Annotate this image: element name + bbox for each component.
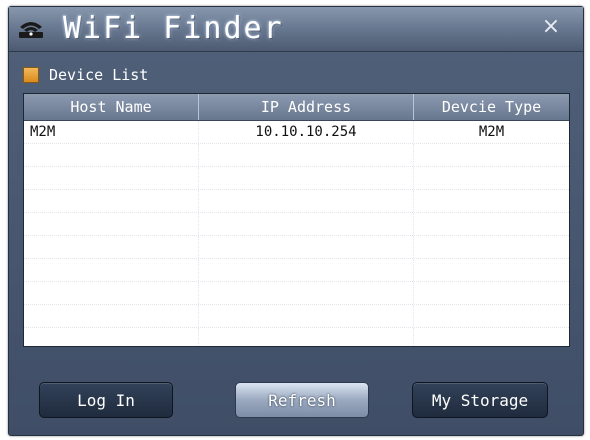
empty-table-row [24, 190, 569, 213]
empty-table-row [24, 305, 569, 328]
empty-cell [24, 190, 199, 212]
cell-device-type: M2M [478, 124, 505, 140]
log-in-button[interactable]: Log In [39, 382, 173, 418]
empty-cell [414, 259, 569, 281]
cell-host-name: M2M [24, 121, 199, 143]
empty-table-row [24, 213, 569, 236]
empty-cell [199, 282, 414, 304]
cell-ip-address: 10.10.10.254 [199, 121, 414, 143]
empty-cell [24, 305, 199, 327]
title-bar[interactable]: WiFi Finder × [9, 7, 583, 52]
empty-table-row [24, 259, 569, 282]
empty-cell [414, 305, 569, 327]
empty-cell [24, 328, 199, 346]
close-icon[interactable]: × [539, 15, 563, 39]
column-header-device-type[interactable]: Devcie Type [414, 94, 569, 120]
window-title: WiFi Finder [63, 11, 284, 46]
empty-cell [199, 167, 414, 189]
table-header: Host Name IP Address Devcie Type [24, 94, 569, 121]
empty-cell [24, 236, 199, 258]
empty-cell [24, 144, 199, 166]
wifi-finder-window: WiFi Finder × Device List Host Name IP A… [8, 6, 584, 436]
empty-cell [199, 328, 414, 346]
empty-cell [24, 282, 199, 304]
table-body: M2M 10.10.10.254 M2M [24, 121, 569, 346]
column-header-host-name[interactable]: Host Name [24, 94, 199, 120]
refresh-button[interactable]: Refresh [235, 382, 369, 418]
empty-cell [414, 236, 569, 258]
empty-cell [24, 213, 199, 235]
empty-cell [199, 259, 414, 281]
empty-table-row [24, 328, 569, 346]
empty-cell [24, 167, 199, 189]
empty-cell [414, 144, 569, 166]
empty-cell [414, 167, 569, 189]
empty-cell [24, 259, 199, 281]
empty-cell [414, 213, 569, 235]
empty-cell [199, 144, 414, 166]
device-table[interactable]: Host Name IP Address Devcie Type M2M 10.… [23, 93, 570, 347]
wifi-router-icon [19, 22, 43, 38]
my-storage-button[interactable]: My Storage [412, 382, 548, 418]
folder-icon [23, 67, 39, 83]
device-list-label: Device List [49, 66, 149, 84]
empty-cell [199, 305, 414, 327]
empty-cell [199, 213, 414, 235]
empty-cell [414, 282, 569, 304]
empty-table-row [24, 282, 569, 305]
device-list-header: Device List [23, 65, 148, 85]
empty-table-row [24, 144, 569, 167]
empty-cell [199, 236, 414, 258]
column-header-ip-address[interactable]: IP Address [199, 94, 414, 120]
empty-table-row [24, 167, 569, 190]
empty-cell [414, 328, 569, 346]
table-row[interactable]: M2M 10.10.10.254 M2M [24, 121, 569, 144]
empty-table-row [24, 236, 569, 259]
empty-cell [199, 190, 414, 212]
empty-cell [414, 190, 569, 212]
